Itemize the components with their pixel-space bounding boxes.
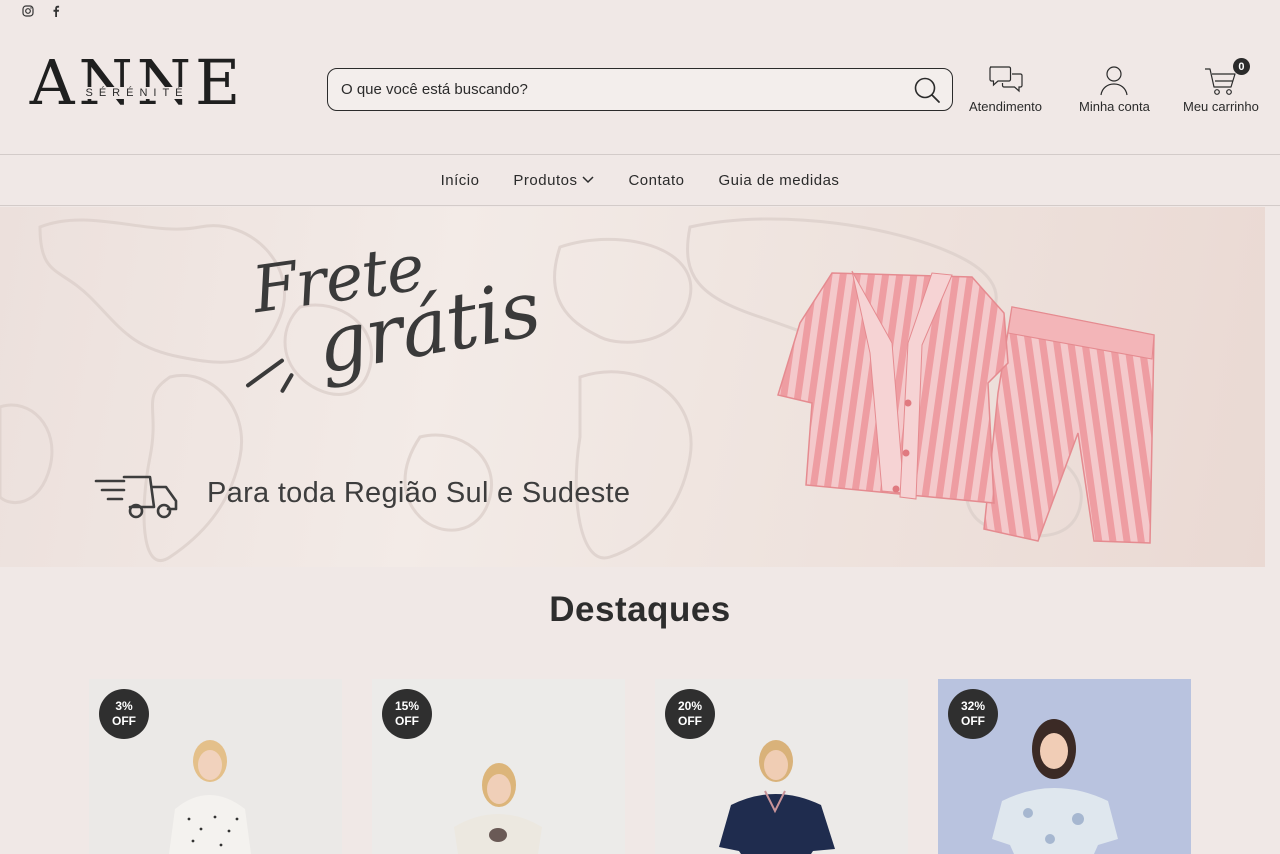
- nav-label: Início: [440, 171, 480, 189]
- discount-off: OFF: [678, 714, 702, 728]
- nav-item-produtos[interactable]: Produtos: [513, 172, 594, 189]
- product-card[interactable]: 32% OFF: [938, 679, 1191, 854]
- chat-bubbles-icon: [988, 62, 1024, 96]
- logo-wordmark: ANNE: [29, 46, 245, 119]
- main-nav: Início Produtos Contato Guia de medidas: [0, 154, 1280, 206]
- discount-percent: 3%: [115, 699, 133, 713]
- section-title: Destaques: [549, 590, 731, 629]
- pajama-set-image: [772, 253, 1172, 558]
- nav-item-inicio[interactable]: Início: [441, 172, 480, 189]
- discount-badge: 15% OFF: [382, 689, 432, 739]
- discount-percent: 20%: [677, 699, 703, 713]
- discount-off: OFF: [395, 714, 419, 728]
- brand-logo[interactable]: ANNE SÉRÉNITÉ: [26, 52, 248, 120]
- cart-label: Meu carrinho: [1183, 99, 1259, 114]
- chevron-down-icon: [582, 176, 594, 184]
- support-label: Atendimento: [969, 99, 1042, 114]
- cart-button[interactable]: 0 Meu carrinho: [1183, 58, 1259, 114]
- product-card[interactable]: 15% OFF: [372, 679, 625, 854]
- search-icon[interactable]: [912, 75, 942, 105]
- discount-badge: 20% OFF: [665, 689, 715, 739]
- banner-subtitle: Para toda Região Sul e Sudeste: [207, 477, 631, 509]
- social-links: [21, 3, 63, 19]
- speed-line: [279, 372, 295, 394]
- cart-icon: 0: [1204, 58, 1250, 96]
- discount-off: OFF: [112, 714, 136, 728]
- site-header: ANNE SÉRÉNITÉ Atendimento Minha conta 0 …: [0, 22, 1280, 154]
- discount-percent: 15%: [394, 699, 420, 713]
- logo-subtitle: SÉRÉNITÉ: [26, 87, 248, 99]
- product-card[interactable]: 3% OFF: [89, 679, 342, 854]
- support-button[interactable]: Atendimento: [969, 62, 1042, 114]
- search-bar: [327, 68, 953, 111]
- facebook-icon[interactable]: [49, 4, 63, 18]
- free-shipping-headline: Frete grátis: [238, 231, 558, 453]
- promo-banner[interactable]: Frete grátis Para toda Região Sul e Sude…: [0, 207, 1265, 567]
- search-input[interactable]: [328, 69, 912, 110]
- account-label: Minha conta: [1079, 99, 1150, 114]
- instagram-icon[interactable]: [21, 4, 35, 18]
- nav-label: Contato: [628, 171, 685, 189]
- discount-percent: 32%: [960, 699, 986, 713]
- nav-item-contato[interactable]: Contato: [628, 172, 684, 189]
- discount-off: OFF: [961, 714, 985, 728]
- account-button[interactable]: Minha conta: [1079, 62, 1150, 114]
- product-card[interactable]: 20% OFF: [655, 679, 908, 854]
- nav-label: Produtos: [513, 171, 578, 189]
- nav-label: Guia de medidas: [718, 171, 840, 189]
- nav-item-guia-de-medidas[interactable]: Guia de medidas: [719, 172, 840, 189]
- discount-badge: 32% OFF: [948, 689, 998, 739]
- delivery-truck-icon: [94, 473, 180, 526]
- cart-count-badge: 0: [1232, 58, 1250, 75]
- discount-badge: 3% OFF: [99, 689, 149, 739]
- user-icon: [1099, 62, 1129, 96]
- speed-line: [245, 357, 285, 389]
